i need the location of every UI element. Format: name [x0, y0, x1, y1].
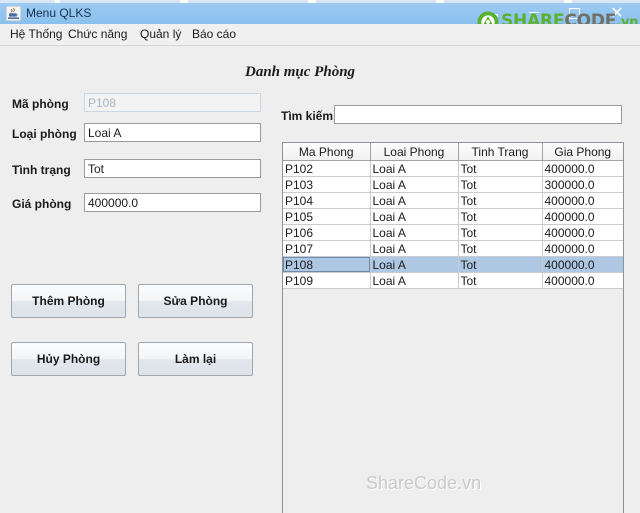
table-row[interactable]: P102 Loai A Tot 400000.0: [283, 160, 623, 177]
minimize-button[interactable]: [519, 3, 549, 24]
cell-gia-phong: 400000.0: [542, 224, 623, 241]
cell-tinh-trang: Tot: [458, 176, 543, 193]
table-row-selected[interactable]: P108 Loai A Tot 400000.0: [283, 256, 623, 273]
close-button[interactable]: ✕: [602, 3, 632, 24]
application-window: Menu QLKS ✕ SHARECODE.vn Hệ Thống Chức n…: [0, 0, 640, 513]
table-row[interactable]: P105 Loai A Tot 400000.0: [283, 208, 623, 225]
cell-tinh-trang: Tot: [458, 256, 543, 273]
menu-bar: Hệ Thống Chức năng Quản lý Báo cáo: [0, 24, 640, 46]
gia-phong-input[interactable]: [84, 193, 261, 212]
cell-gia-phong: 400000.0: [542, 272, 623, 289]
cell-tinh-trang: Tot: [458, 208, 543, 225]
cell-tinh-trang: Tot: [458, 192, 543, 209]
gia-phong-label: Giá phòng: [12, 197, 72, 211]
maximize-button[interactable]: [559, 3, 589, 24]
sua-phong-button[interactable]: Sửa Phòng: [138, 284, 253, 318]
cell-gia-phong: 400000.0: [542, 240, 623, 257]
table-row[interactable]: P104 Loai A Tot 400000.0: [283, 192, 623, 209]
table-body: P102 Loai A Tot 400000.0 P103 Loai A Tot…: [283, 160, 623, 289]
cell-ma-phong: P109: [283, 272, 371, 289]
cell-tinh-trang: Tot: [458, 224, 543, 241]
cell-ma-phong: P108: [283, 256, 371, 273]
column-header-loai-phong[interactable]: Loai Phong: [370, 143, 459, 161]
lam-lai-button[interactable]: Làm lại: [138, 342, 253, 376]
cell-ma-phong: P104: [283, 192, 371, 209]
cell-tinh-trang: Tot: [458, 240, 543, 257]
cell-tinh-trang: Tot: [458, 272, 543, 289]
cell-loai-phong: Loai A: [370, 192, 459, 209]
column-header-tinh-trang[interactable]: Tinh Trang: [458, 143, 543, 161]
them-phong-button[interactable]: Thêm Phòng: [11, 284, 126, 318]
cell-loai-phong: Loai A: [370, 256, 459, 273]
column-header-ma-phong[interactable]: Ma Phong: [283, 143, 371, 161]
menu-item-chuc-nang[interactable]: Chức năng: [63, 26, 132, 43]
java-cup-icon: [5, 5, 22, 22]
room-table-scrollpane[interactable]: Ma Phong Loai Phong Tinh Trang Gia Phong…: [282, 142, 624, 513]
cell-loai-phong: Loai A: [370, 240, 459, 257]
cell-ma-phong: P107: [283, 240, 371, 257]
cell-ma-phong: P105: [283, 208, 371, 225]
cell-tinh-trang: Tot: [458, 160, 543, 177]
cell-loai-phong: Loai A: [370, 208, 459, 225]
menu-item-bao-cao[interactable]: Báo cáo: [187, 26, 241, 43]
cell-loai-phong: Loai A: [370, 224, 459, 241]
cell-gia-phong: 400000.0: [542, 160, 623, 177]
table-header-row: Ma Phong Loai Phong Tinh Trang Gia Phong: [283, 143, 623, 161]
table-row[interactable]: P103 Loai A Tot 300000.0: [283, 176, 623, 193]
loai-phong-input[interactable]: [84, 123, 261, 142]
window-title: Menu QLKS: [26, 6, 92, 20]
search-label: Tìm kiếm: [281, 109, 334, 123]
cell-ma-phong: P106: [283, 224, 371, 241]
tinh-trang-label: Tình trạng: [12, 163, 71, 177]
huy-phong-button[interactable]: Hủy Phòng: [11, 342, 126, 376]
cell-loai-phong: Loai A: [370, 272, 459, 289]
search-input[interactable]: [334, 105, 622, 124]
menu-item-quan-ly[interactable]: Quản lý: [135, 26, 186, 43]
loai-phong-label: Loại phòng: [12, 127, 77, 141]
cell-loai-phong: Loai A: [370, 176, 459, 193]
cell-gia-phong: 400000.0: [542, 256, 623, 273]
cell-gia-phong: 400000.0: [542, 208, 623, 225]
menu-item-he-thong[interactable]: Hệ Thống: [5, 26, 67, 43]
content-panel: Danh mục Phòng Tìm kiếm Mã phòng Loại ph…: [0, 46, 640, 513]
ma-phong-label: Mã phòng: [12, 97, 69, 111]
cell-gia-phong: 400000.0: [542, 192, 623, 209]
table-row[interactable]: P109 Loai A Tot 400000.0: [283, 272, 623, 289]
cell-loai-phong: Loai A: [370, 160, 459, 177]
table-row[interactable]: P107 Loai A Tot 400000.0: [283, 240, 623, 257]
page-title: Danh mục Phòng: [245, 64, 356, 80]
column-header-gia-phong[interactable]: Gia Phong: [542, 143, 623, 161]
room-table[interactable]: Ma Phong Loai Phong Tinh Trang Gia Phong…: [283, 143, 623, 289]
title-bar[interactable]: Menu QLKS ✕: [0, 3, 640, 24]
table-row[interactable]: P106 Loai A Tot 400000.0: [283, 224, 623, 241]
cell-ma-phong: P103: [283, 176, 371, 193]
ma-phong-input[interactable]: [84, 93, 261, 112]
cell-ma-phong: P102: [283, 160, 371, 177]
tinh-trang-input[interactable]: [84, 159, 261, 178]
cell-gia-phong: 300000.0: [542, 176, 623, 193]
